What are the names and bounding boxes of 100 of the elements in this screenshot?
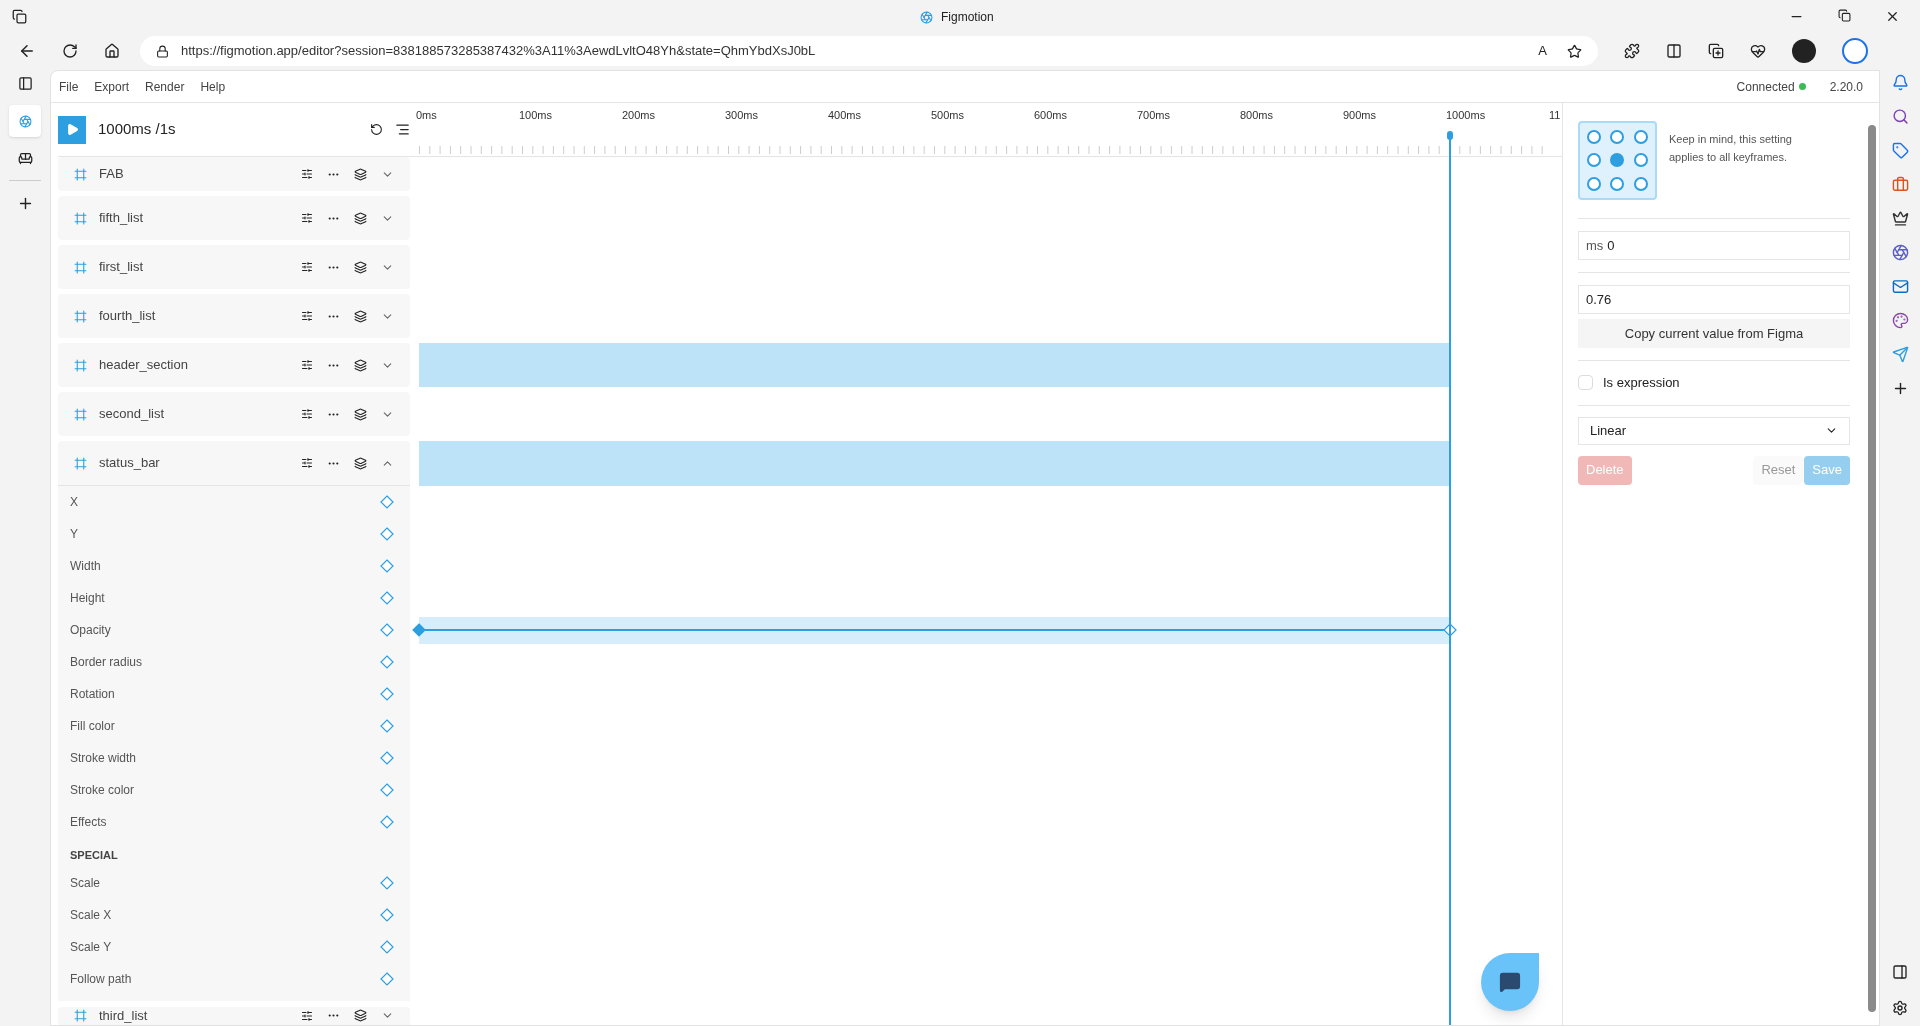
layers-icon[interactable]: [354, 260, 367, 274]
keyframe-add-icon[interactable]: [380, 908, 394, 922]
property-row[interactable]: Stroke width: [58, 742, 410, 774]
keyframe-add-icon[interactable]: [380, 751, 394, 765]
loop-icon[interactable]: [370, 123, 383, 136]
property-row[interactable]: Width: [58, 550, 410, 582]
sliders-icon[interactable]: [301, 310, 313, 322]
layers-icon[interactable]: [354, 309, 367, 323]
sliders-icon[interactable]: [301, 1009, 313, 1022]
collections-icon[interactable]: [1708, 43, 1724, 59]
keyframe-add-icon[interactable]: [380, 940, 394, 954]
layer-row[interactable]: fourth_list: [58, 294, 410, 338]
value-field[interactable]: 0.76: [1578, 285, 1850, 314]
keyframe-add-icon[interactable]: [380, 623, 394, 637]
property-row[interactable]: Scale: [58, 867, 410, 899]
tab-button[interactable]: [9, 105, 41, 137]
property-row[interactable]: Scale Y: [58, 931, 410, 963]
tag-icon[interactable]: [1891, 142, 1909, 159]
layer-row[interactable]: header_section: [58, 343, 410, 387]
anchor-point[interactable]: [1634, 153, 1649, 168]
property-row[interactable]: Scale X: [58, 899, 410, 931]
copy-value-button[interactable]: Copy current value from Figma: [1578, 319, 1850, 348]
keyframe-add-icon[interactable]: [380, 876, 394, 890]
layers-icon[interactable]: [354, 1009, 367, 1022]
menu-item[interactable]: File: [59, 77, 79, 96]
property-row[interactable]: Stroke color: [58, 774, 410, 806]
ring-icon[interactable]: [1891, 244, 1909, 261]
search-icon[interactable]: [1891, 108, 1909, 125]
sliders-icon[interactable]: [301, 457, 313, 469]
keyframe-add-icon[interactable]: [380, 527, 394, 541]
layers-icon[interactable]: [354, 407, 367, 421]
sliders-icon[interactable]: [301, 261, 313, 273]
tab-actions-icon[interactable]: [12, 8, 27, 24]
property-row[interactable]: Height: [58, 582, 410, 614]
keyframe-add-icon[interactable]: [380, 687, 394, 701]
mail-icon[interactable]: [1891, 278, 1909, 295]
property-row[interactable]: Opacity: [58, 614, 410, 646]
settings-icon[interactable]: [1892, 1000, 1908, 1016]
property-row[interactable]: Y: [58, 518, 410, 550]
layer-row[interactable]: first_list: [58, 245, 410, 289]
refresh-icon[interactable]: [62, 43, 78, 59]
home-icon[interactable]: [104, 43, 120, 59]
layer-row[interactable]: second_list: [58, 392, 410, 436]
favorite-icon[interactable]: [1567, 43, 1582, 59]
layers-icon[interactable]: [354, 358, 367, 372]
briefcase-icon[interactable]: [1891, 176, 1909, 193]
expression-checkbox[interactable]: [1578, 375, 1593, 391]
layer-row[interactable]: FAB: [58, 157, 410, 191]
read-aloud-icon[interactable]: A: [1538, 41, 1547, 61]
sidebar-toggle-icon[interactable]: [1892, 964, 1908, 980]
send-icon[interactable]: [1891, 346, 1909, 363]
anchor-point[interactable]: [1634, 129, 1649, 144]
layer-row[interactable]: fifth_list: [58, 196, 410, 240]
profile-avatar[interactable]: [1792, 39, 1816, 63]
property-row[interactable]: Effects: [58, 806, 410, 838]
keyframe-add-icon[interactable]: [380, 972, 394, 986]
sofa-icon[interactable]: [17, 151, 33, 166]
property-row[interactable]: Fill color: [58, 710, 410, 742]
keyframe-add-icon[interactable]: [380, 783, 394, 797]
bell-icon[interactable]: [1891, 74, 1909, 91]
anchor-grid[interactable]: [1578, 121, 1657, 200]
easing-select[interactable]: Linear: [1578, 416, 1850, 445]
extensions-icon[interactable]: [1624, 43, 1640, 59]
property-row[interactable]: X: [58, 486, 410, 518]
anchor-point[interactable]: [1586, 153, 1601, 168]
chat-button[interactable]: [1481, 953, 1539, 1011]
sliders-icon[interactable]: [301, 408, 313, 420]
panel-icon[interactable]: [17, 76, 33, 91]
address-bar[interactable]: https://figmotion.app/editor?session=838188573285387432%3A11%3AewdLvltO48Yh&state=QhmYbdXsJ0bL A: [140, 36, 1598, 66]
layers-icon[interactable]: [354, 167, 367, 181]
keyframe-add-icon[interactable]: [380, 815, 394, 829]
health-icon[interactable]: [1750, 43, 1766, 59]
anchor-point[interactable]: [1586, 177, 1601, 192]
restore-icon[interactable]: [1838, 8, 1851, 22]
layer-row[interactable]: status_bar: [58, 441, 410, 486]
back-icon[interactable]: [18, 42, 36, 60]
layers-icon[interactable]: [354, 211, 367, 225]
anchor-point[interactable]: [1610, 177, 1625, 192]
anchor-point[interactable]: [1634, 177, 1649, 192]
palette-icon[interactable]: [1891, 312, 1909, 329]
keyframe-add-icon[interactable]: [380, 559, 394, 573]
property-row[interactable]: Border radius: [58, 646, 410, 678]
sliders-icon[interactable]: [301, 212, 313, 224]
anchor-point[interactable]: [1586, 129, 1601, 144]
split-screen-icon[interactable]: [1666, 43, 1682, 59]
keyframe-icon[interactable]: [412, 622, 426, 637]
copilot-icon[interactable]: [1842, 38, 1868, 64]
anchor-point[interactable]: [1610, 129, 1625, 144]
keyframe-add-icon[interactable]: [380, 719, 394, 733]
menu-icon[interactable]: [395, 122, 410, 137]
keyframe-add-icon[interactable]: [380, 495, 394, 509]
property-row[interactable]: Rotation: [58, 678, 410, 710]
sliders-icon[interactable]: [301, 168, 313, 180]
layers-icon[interactable]: [354, 456, 367, 470]
anchor-point[interactable]: [1610, 153, 1625, 168]
menu-item[interactable]: Help: [200, 77, 226, 96]
menu-item[interactable]: Render: [145, 77, 185, 96]
sliders-icon[interactable]: [301, 359, 313, 371]
layer-row[interactable]: third_list: [58, 1007, 410, 1025]
time-field[interactable]: ms 0: [1578, 231, 1850, 260]
